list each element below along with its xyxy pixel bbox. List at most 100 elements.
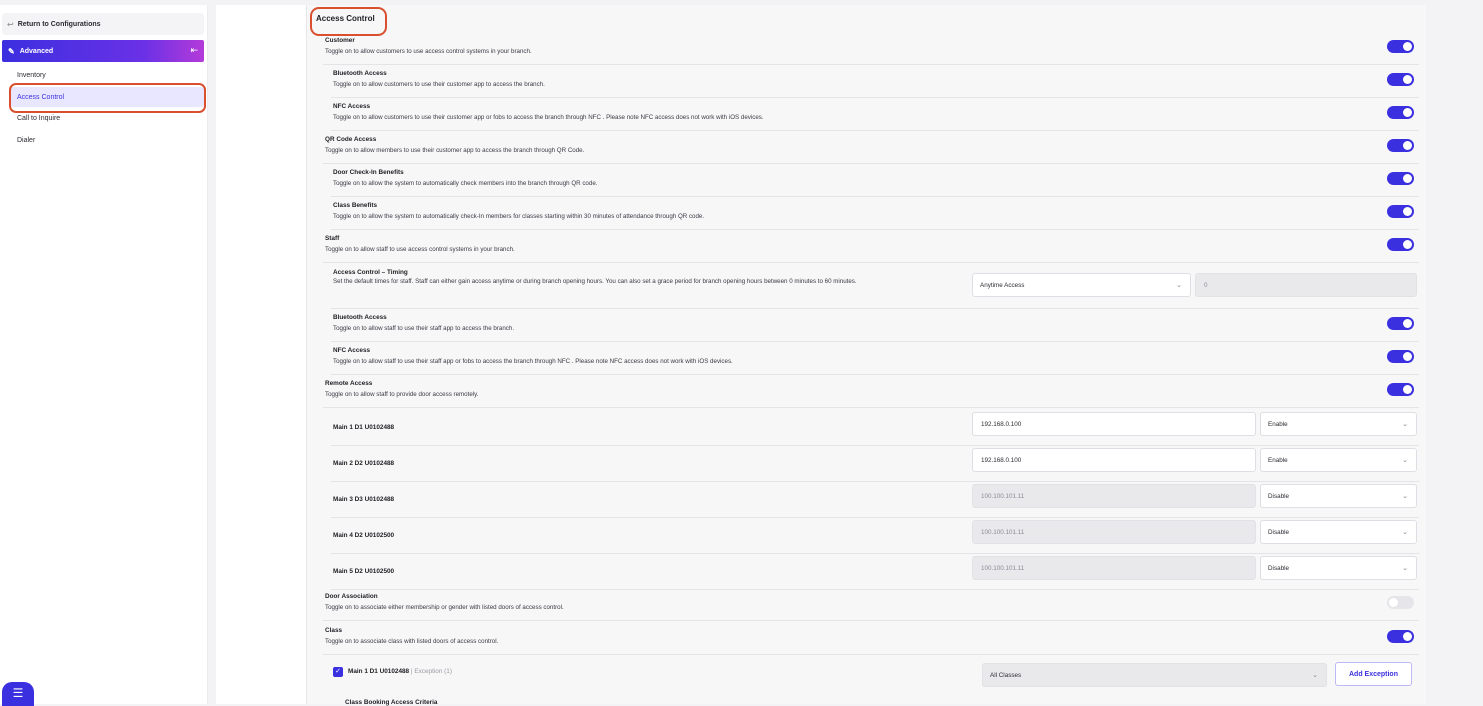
class-toggle[interactable] — [1387, 630, 1414, 643]
door-name: Main 4 D2 U0102500 — [333, 532, 395, 539]
select-value: Enable — [1268, 420, 1288, 428]
door-row: Main 1 D1 U0102488 192.168.0.100 Enable … — [331, 410, 1419, 446]
row-desc: Toggle on to allow customers to use acce… — [325, 48, 532, 55]
row-desc: Toggle on to allow the system to automat… — [333, 180, 598, 187]
row-desc: Toggle on to allow members to use their … — [325, 147, 585, 154]
class-row: Class Toggle on to associate class with … — [323, 625, 1419, 655]
door-checkin-toggle[interactable] — [1387, 172, 1414, 185]
door-ip-input[interactable]: 100.100.101.11 — [972, 556, 1256, 580]
row-desc: Toggle on to allow customers to use thei… — [333, 81, 545, 88]
door-status-select[interactable]: Enable ⌄ — [1260, 448, 1417, 472]
row-title: NFC Access — [333, 103, 371, 110]
select-value: Enable — [1268, 456, 1288, 464]
customer-bluetooth-row: Bluetooth Access Toggle on to allow cust… — [331, 68, 1419, 98]
door-ip-input[interactable]: 100.100.101.11 — [972, 520, 1256, 544]
customer-row: Customer Toggle on to allow customers to… — [323, 35, 1419, 65]
remote-access-row: Remote Access Toggle on to allow staff t… — [323, 378, 1419, 408]
door-status-select[interactable]: Disable ⌄ — [1260, 484, 1417, 508]
row-title: Access Control – Timing — [333, 269, 408, 276]
class-benefits-row: Class Benefits Toggle on to allow the sy… — [331, 200, 1419, 230]
customer-nfc-toggle[interactable] — [1387, 106, 1414, 119]
door-status-select[interactable]: Enable ⌄ — [1260, 412, 1417, 436]
row-title: Remote Access — [325, 380, 373, 387]
collapse-sidebar-icon[interactable]: ⇤ — [190, 45, 198, 56]
sidebar-item-dialer[interactable]: Dialer — [10, 130, 204, 150]
door-ip-input[interactable]: 100.100.101.11 — [972, 484, 1256, 508]
chat-icon[interactable]: ☰ — [2, 682, 34, 706]
select-value: Anytime Access — [980, 281, 1025, 289]
class-door-checkbox[interactable]: ✓ — [333, 667, 343, 677]
staff-row: Staff Toggle on to allow staff to use ac… — [323, 233, 1419, 263]
customer-toggle[interactable] — [1387, 40, 1414, 53]
row-title: Class Benefits — [333, 202, 378, 209]
return-to-configurations-link[interactable]: ↩ Return to Configurations — [2, 13, 204, 35]
access-control-panel: Access Control Customer Toggle on to all… — [306, 5, 1426, 704]
row-desc: Toggle on to allow the system to automat… — [333, 213, 705, 220]
staff-toggle[interactable] — [1387, 238, 1414, 251]
row-title: Staff — [325, 235, 340, 242]
class-benefits-toggle[interactable] — [1387, 205, 1414, 218]
staff-bluetooth-toggle[interactable] — [1387, 317, 1414, 330]
back-arrow-icon: ↩ — [7, 19, 14, 29]
chevron-down-icon: ⌄ — [1402, 493, 1408, 500]
select-value: All Classes — [990, 671, 1022, 679]
chevron-down-icon: ⌄ — [1402, 529, 1408, 536]
customer-nfc-row: NFC Access Toggle on to allow customers … — [331, 101, 1419, 131]
row-desc: Toggle on to allow customers to use thei… — [333, 114, 764, 121]
door-association-toggle[interactable] — [1387, 596, 1414, 609]
staff-bluetooth-row: Bluetooth Access Toggle on to allow staf… — [331, 312, 1419, 342]
door-ip-input[interactable]: 192.168.0.100 — [972, 448, 1256, 472]
row-desc: Set the default times for staff. Staff c… — [333, 278, 857, 285]
advanced-label: Advanced — [19, 47, 54, 55]
door-row: Main 4 D2 U0102500 100.100.101.11 Disabl… — [331, 518, 1419, 554]
chevron-down-icon: ⌄ — [1402, 565, 1408, 572]
class-door-label: Main 1 D1 U0102488 | Exception (1) — [348, 668, 452, 675]
highlight-annotation — [9, 83, 206, 113]
remote-access-toggle[interactable] — [1387, 383, 1414, 396]
select-value: Disable — [1268, 528, 1289, 536]
row-desc: Toggle on to associate either membership… — [325, 604, 564, 611]
door-ip-input[interactable]: 192.168.0.100 — [972, 412, 1256, 436]
door-name: Main 3 D3 U0102488 — [333, 496, 395, 503]
staff-nfc-row: NFC Access Toggle on to allow staff to u… — [331, 345, 1419, 375]
chevron-down-icon: ⌄ — [1402, 457, 1408, 464]
door-name: Main 5 D2 U0102500 — [333, 568, 395, 575]
door-row: Main 2 D2 U0102488 192.168.0.100 Enable … — [331, 446, 1419, 482]
door-name: Main 1 D1 U0102488 — [333, 424, 395, 431]
customer-bluetooth-toggle[interactable] — [1387, 73, 1414, 86]
door-checkin-row: Door Check-In Benefits Toggle on to allo… — [331, 167, 1419, 197]
class-select[interactable]: All Classes ⌄ — [982, 663, 1327, 687]
grace-period-input[interactable]: 0 — [1195, 273, 1417, 297]
qr-row: QR Code Access Toggle on to allow member… — [323, 134, 1419, 164]
timing-select[interactable]: Anytime Access ⌄ — [972, 273, 1191, 297]
door-name: Main 2 D2 U0102488 — [333, 460, 395, 467]
door-status-select[interactable]: Disable ⌄ — [1260, 520, 1417, 544]
staff-nfc-toggle[interactable] — [1387, 350, 1414, 363]
row-desc: Toggle on to associate class with listed… — [325, 638, 499, 645]
sidebar-item-inventory[interactable]: Inventory — [10, 65, 204, 85]
chevron-down-icon: ⌄ — [1176, 282, 1182, 289]
chevron-down-icon: ⌄ — [1312, 672, 1318, 679]
door-association-row: Door Association Toggle on to associate … — [323, 591, 1419, 621]
return-label: Return to Configurations — [17, 20, 101, 28]
pencil-icon: ✎ — [8, 46, 15, 56]
exception-count: | Exception (1) — [410, 668, 452, 675]
advanced-section-header[interactable]: ✎ Advanced ⇤ — [2, 40, 204, 62]
qr-toggle[interactable] — [1387, 139, 1414, 152]
timing-row: Access Control – Timing Set the default … — [331, 266, 1419, 309]
door-row: Main 5 D2 U0102500 100.100.101.11 Disabl… — [331, 554, 1419, 590]
select-value: Disable — [1268, 492, 1289, 500]
row-title: Bluetooth Access — [333, 70, 387, 77]
row-title: Bluetooth Access — [333, 314, 387, 321]
row-title: Class — [325, 627, 343, 634]
row-title: QR Code Access — [325, 136, 377, 143]
row-desc: Toggle on to allow staff to use their st… — [333, 358, 733, 365]
class-booking-access-criteria-label: Class Booking Access Criteria — [345, 699, 438, 706]
sidebar-item-label: Dialer — [17, 136, 36, 144]
add-exception-button[interactable]: Add Exception — [1335, 662, 1412, 686]
row-title: NFC Access — [333, 347, 371, 354]
select-value: Disable — [1268, 564, 1289, 572]
class-door-row: ✓ Main 1 D1 U0102488 | Exception (1) All… — [331, 657, 1419, 693]
row-title: Customer — [325, 37, 355, 44]
door-status-select[interactable]: Disable ⌄ — [1260, 556, 1417, 580]
